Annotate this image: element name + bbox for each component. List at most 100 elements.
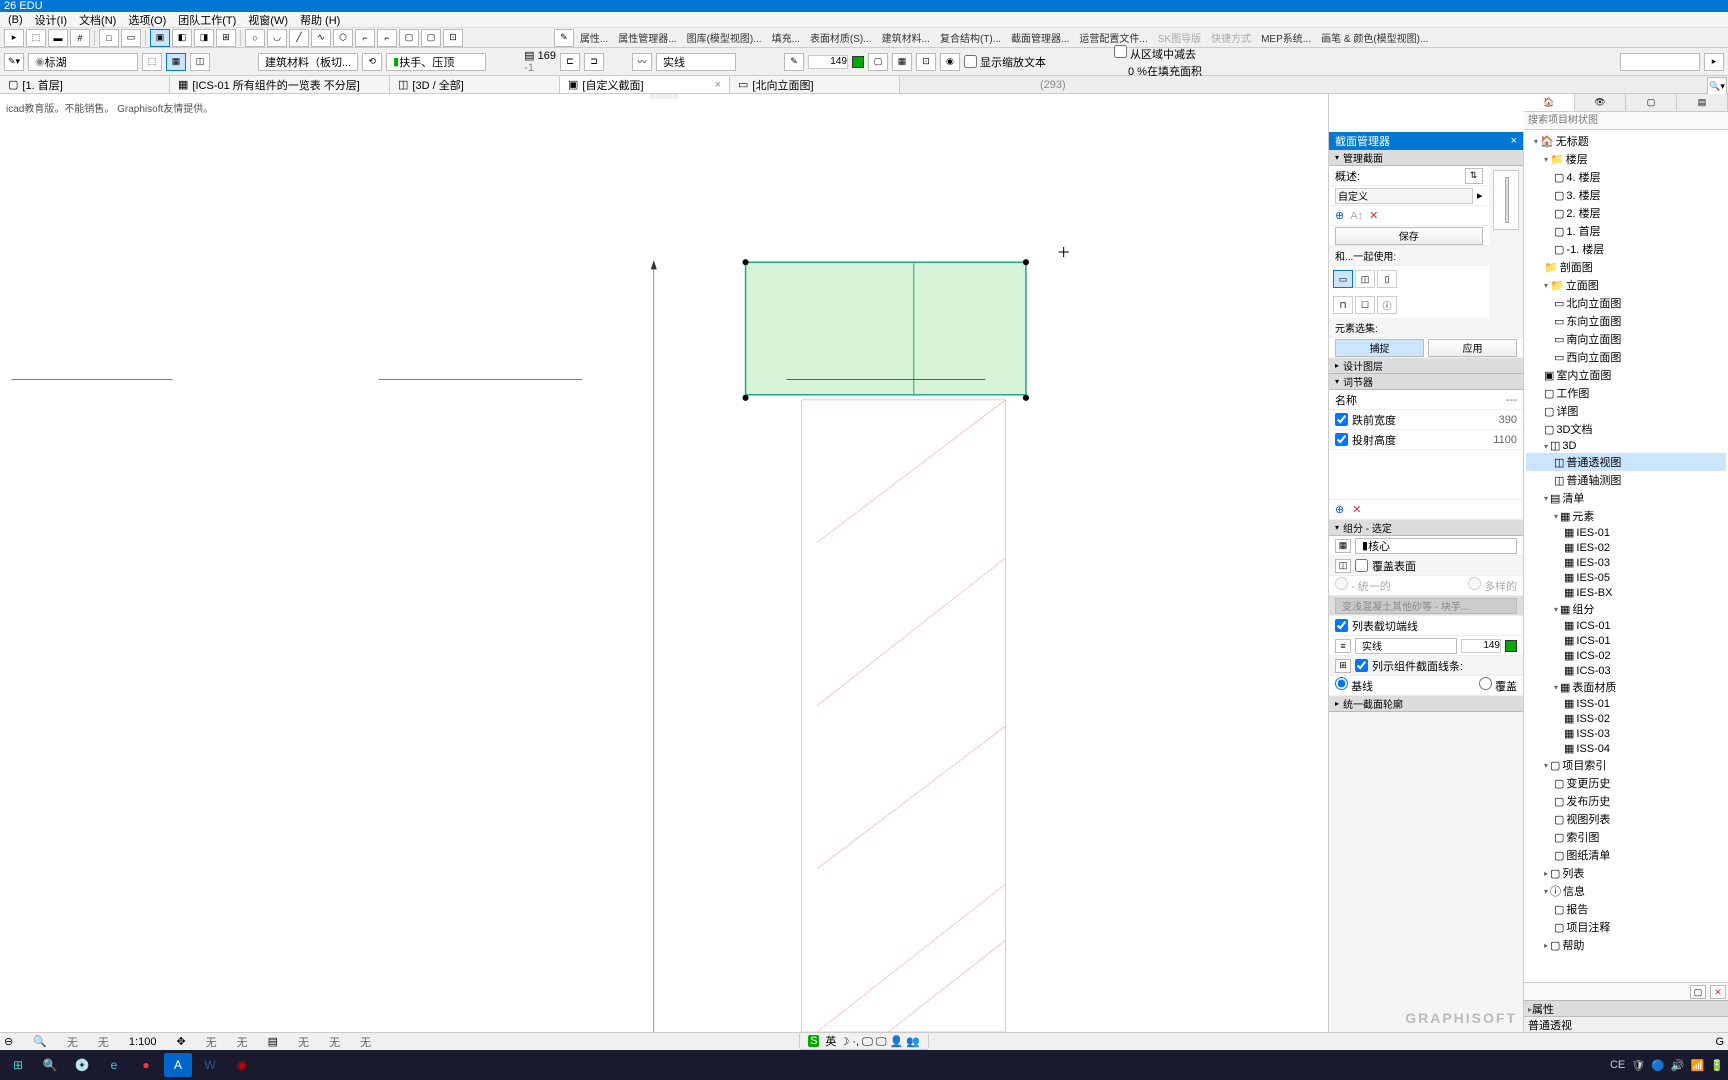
add-icon[interactable]: ⊕ xyxy=(1335,209,1344,222)
geo-a[interactable]: ⬚ xyxy=(142,53,162,71)
tool-grid[interactable]: # xyxy=(70,29,90,47)
menu-window[interactable]: 视窗(W) xyxy=(244,12,292,28)
tool-e[interactable]: ⊞ xyxy=(216,29,236,47)
attr-icon[interactable]: ✎ xyxy=(554,29,574,47)
pen-icon[interactable]: ✎ xyxy=(784,53,804,71)
search-button[interactable]: 🔍 xyxy=(36,1053,64,1077)
close-icon[interactable]: × xyxy=(715,79,721,91)
tree-ies01[interactable]: ▦ IES-01 xyxy=(1526,525,1726,540)
tree-ies02[interactable]: ▦ IES-02 xyxy=(1526,540,1726,555)
ext-b[interactable]: ▦ xyxy=(892,53,912,71)
tree-ics03[interactable]: ▦ ICS-03 xyxy=(1526,663,1726,678)
compend-check[interactable] xyxy=(1355,659,1368,672)
del-mod-icon[interactable]: ✕ xyxy=(1352,503,1361,516)
app-record[interactable]: ● xyxy=(132,1053,160,1077)
tree-details[interactable]: ▢ 详图 xyxy=(1526,402,1726,420)
tree-iss03[interactable]: ▦ ISS-03 xyxy=(1526,726,1726,741)
height-check[interactable] xyxy=(1335,433,1348,446)
app-edge[interactable]: e xyxy=(100,1053,128,1077)
tree-info[interactable]: ⓘ 信息 xyxy=(1526,882,1726,900)
fill-btn[interactable]: 填充... xyxy=(768,30,804,45)
manage-section-header[interactable]: 管理截面 xyxy=(1329,150,1523,166)
usewith-beam-icon[interactable]: ◫ xyxy=(1355,270,1375,288)
pen-input[interactable] xyxy=(808,55,848,69)
tree-floor-2[interactable]: ▢ 2. 楼层 xyxy=(1526,204,1726,222)
unified-edges-header[interactable]: 统一截面轮廓 xyxy=(1329,696,1523,712)
override-check[interactable] xyxy=(1355,559,1368,572)
end-btn[interactable]: ▸ xyxy=(1704,53,1724,71)
usewith-obj-icon[interactable]: ☐ xyxy=(1355,296,1375,314)
sectionmgr-btn[interactable]: 截面管理器... xyxy=(1007,30,1073,45)
menu-document[interactable]: 文档(N) xyxy=(75,12,120,28)
tool-d[interactable]: ◨ xyxy=(194,29,214,47)
tab-schedule[interactable]: ▦[ICS-01 所有组件的一览表 不分层] xyxy=(170,76,390,93)
design-layers-header[interactable]: 设计图层 xyxy=(1329,358,1523,374)
layer-drop[interactable]: ◉ 标湖 xyxy=(28,53,138,71)
end-b[interactable]: ⊐ xyxy=(584,53,604,71)
status-1[interactable]: 无 xyxy=(67,1034,78,1050)
tree-3d-persp[interactable]: ◫ 普通透视图 xyxy=(1526,453,1726,471)
pointer-mode[interactable]: ✎▾ xyxy=(4,53,24,71)
modifiers-header[interactable]: 词节器 xyxy=(1329,374,1523,390)
status-6[interactable]: 无 xyxy=(329,1034,340,1050)
nav-new-icon[interactable]: ▢ xyxy=(1690,985,1706,999)
app-1[interactable]: 💿 xyxy=(68,1053,96,1077)
tree-indexdwg[interactable]: ▢ 索引图 xyxy=(1526,828,1726,846)
tree-lists[interactable]: ▤ 清单 xyxy=(1526,489,1726,507)
canvas[interactable]: icad教育版。不能销售。 Graphisoft友情提供。 xyxy=(0,94,1328,1032)
tool-arrow[interactable]: ▸ xyxy=(4,29,24,47)
ls-drop[interactable]: 实线 xyxy=(1355,638,1457,654)
tool-a[interactable]: □ xyxy=(99,29,119,47)
tree-viewlist[interactable]: ▢ 视图列表 xyxy=(1526,810,1726,828)
tree-floor-b1[interactable]: ▢ -1. 楼层 xyxy=(1526,240,1726,258)
app-archicad[interactable]: A xyxy=(164,1053,192,1077)
status-3[interactable]: 无 xyxy=(206,1034,217,1050)
status-2[interactable]: 无 xyxy=(98,1034,109,1050)
tree-ics01b[interactable]: ▦ ICS-01 xyxy=(1526,633,1726,648)
tree-dwglist[interactable]: ▢ 图纸清单 xyxy=(1526,846,1726,864)
ext-d[interactable]: ◉ xyxy=(940,53,960,71)
tool-poly[interactable]: ⬡ xyxy=(333,29,353,47)
zoom-in-icon[interactable]: 🔍 xyxy=(33,1035,47,1048)
scale-display[interactable]: 1:100 xyxy=(129,1036,157,1048)
menu-options[interactable]: 选项(O) xyxy=(124,12,170,28)
attrmgr-btn[interactable]: 属性管理器... xyxy=(614,30,680,45)
nav-tab-project[interactable]: 🏠 xyxy=(1524,94,1575,111)
nav-search-input[interactable] xyxy=(1524,112,1728,129)
tree-elev-e[interactable]: ▭ 东向立面图 xyxy=(1526,312,1726,330)
tree-3d-axon[interactable]: ◫ 普通轴测图 xyxy=(1526,471,1726,489)
pencolor-btn[interactable]: 画笔 & 颜色(模型视图)... xyxy=(1317,30,1432,45)
surface-btn[interactable]: 表面材质(S)... xyxy=(806,30,876,45)
tab-3d[interactable]: ◫[3D / 全部] xyxy=(390,76,560,93)
tool-b[interactable]: ▭ xyxy=(121,29,141,47)
pen2-input[interactable] xyxy=(1461,639,1501,653)
tree-lists-elem[interactable]: ▦ 元素 xyxy=(1526,507,1726,525)
geo-b[interactable]: ▦ xyxy=(166,53,186,71)
system-tray[interactable]: CE 🛡🔵🔊📶🔋 xyxy=(1610,1059,1724,1072)
desc-sort-icon[interactable]: ⇅ xyxy=(1465,168,1483,184)
nav-tab-view[interactable]: 👁 xyxy=(1575,94,1626,111)
usewith-column-icon[interactable]: ▯ xyxy=(1377,270,1397,288)
cutend-check[interactable] xyxy=(1335,619,1348,632)
usewith-rail-icon[interactable]: ⊓ xyxy=(1333,296,1353,314)
core-drop[interactable]: ▮ 核心 xyxy=(1355,538,1517,554)
tree-help[interactable]: ▢ 帮助 xyxy=(1526,936,1726,954)
pen-color[interactable] xyxy=(852,56,864,68)
link-icon[interactable]: ⟲ xyxy=(362,53,382,71)
tool-h[interactable]: ▢ xyxy=(399,29,419,47)
width-check[interactable] xyxy=(1335,413,1348,426)
ext-c[interactable]: ⊡ xyxy=(916,53,936,71)
tool-wall[interactable]: ▬ xyxy=(48,29,68,47)
tool-j[interactable]: ⊡ xyxy=(443,29,463,47)
usewith-info-icon[interactable]: ⓘ xyxy=(1377,296,1397,314)
tool-arc[interactable]: ◡ xyxy=(267,29,287,47)
tool-c[interactable]: ◧ xyxy=(172,29,192,47)
tool-g[interactable]: ⌐ xyxy=(377,29,397,47)
tab-custom-section[interactable]: ▣[自定义截面]× xyxy=(560,76,730,93)
capture-button[interactable]: 捕捉 xyxy=(1335,339,1424,357)
zoom-out-icon[interactable]: ⊖ xyxy=(4,1035,13,1048)
components-header[interactable]: 组分 - 选定 xyxy=(1329,520,1523,536)
tree-lists-comp[interactable]: ▦ 组分 xyxy=(1526,600,1726,618)
tree-index-list[interactable]: ▢ 列表 xyxy=(1526,864,1726,882)
nav-del-icon[interactable]: ✕ xyxy=(1710,985,1726,999)
